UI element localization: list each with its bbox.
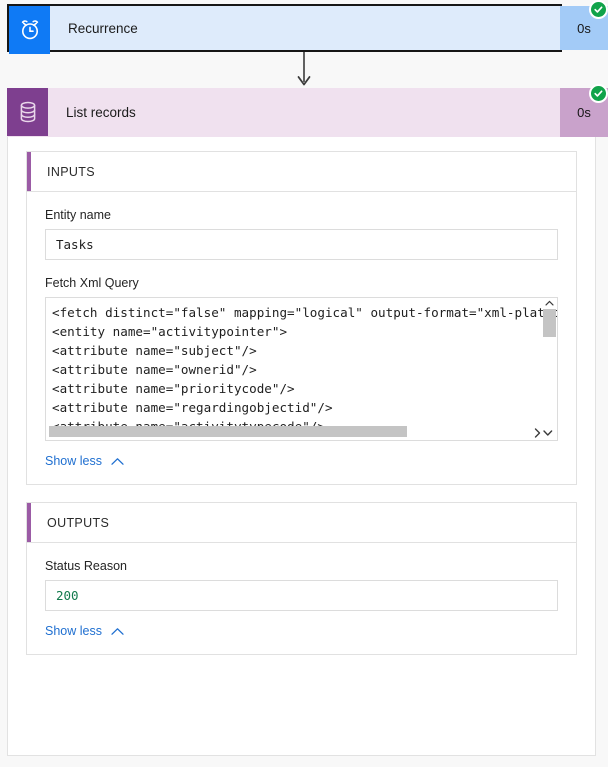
inputs-section-header: INPUTS — [27, 152, 576, 192]
outputs-show-less-button[interactable]: Show less — [45, 624, 124, 638]
alarm-clock-icon — [9, 6, 50, 54]
fetch-xml-line: <attribute name="prioritycode"/> — [52, 381, 295, 396]
flow-connector-arrow — [297, 52, 311, 86]
flow-action-recurrence[interactable]: Recurrence — [7, 4, 562, 54]
outputs-show-less-label: Show less — [45, 624, 102, 638]
entity-name-label: Entity name — [45, 208, 112, 222]
chevron-up-icon — [111, 627, 124, 635]
status-reason-label: Status Reason — [45, 559, 127, 573]
inputs-show-less-button[interactable]: Show less — [45, 454, 124, 468]
outputs-section-body: Status Reason 200 Show less — [27, 543, 576, 654]
chevron-up-icon[interactable] — [544, 298, 555, 309]
fetch-xml-line: <attribute name="subject"/> — [52, 343, 257, 358]
fetch-xml-vertical-scrollbar[interactable] — [543, 299, 556, 426]
fetch-xml-line: <fetch distinct="false" mapping="logical… — [52, 305, 557, 320]
database-icon — [7, 88, 48, 136]
fetch-xml-code: <fetch distinct="false" mapping="logical… — [46, 298, 557, 440]
chevron-up-icon — [111, 457, 124, 465]
entity-name-value[interactable]: Tasks — [45, 229, 558, 260]
fetch-xml-line: <attribute name="regardingobjectid"/> — [52, 400, 333, 415]
fetch-xml-line: <attribute name="ownerid"/> — [52, 362, 257, 377]
status-reason-value[interactable]: 200 — [45, 580, 558, 611]
fetch-xml-horizontal-scrollbar[interactable] — [47, 426, 543, 439]
flow-action-list-records[interactable]: List records — [7, 88, 562, 137]
flow-action-title: Recurrence — [68, 20, 138, 36]
scrollbar-thumb-horizontal[interactable] — [49, 426, 407, 437]
inputs-section: INPUTS Entity name Tasks Fetch Xml Query… — [26, 151, 577, 485]
scrollbar-thumb-vertical[interactable] — [543, 309, 556, 337]
status-badge-succeeded-recurrence — [589, 0, 608, 19]
fetch-xml-line: <entity name="activitypointer"> — [52, 324, 288, 339]
status-badge-succeeded-list-records — [589, 84, 608, 103]
inputs-show-less-label: Show less — [45, 454, 102, 468]
flow-action-title: List records — [66, 105, 136, 120]
outputs-section-header: OUTPUTS — [27, 503, 576, 543]
scrollbar-corner-arrows-icon[interactable] — [528, 426, 554, 440]
outputs-section: OUTPUTS Status Reason 200 Show less — [26, 502, 577, 655]
inputs-section-body: Entity name Tasks Fetch Xml Query <fetch… — [27, 192, 576, 484]
fetch-xml-query-value[interactable]: <fetch distinct="false" mapping="logical… — [45, 297, 558, 441]
action-details-panel: INPUTS Entity name Tasks Fetch Xml Query… — [7, 137, 596, 756]
fetch-xml-query-label: Fetch Xml Query — [45, 276, 139, 290]
flow-run-details-panel: Recurrence 0s List records 0s INPUTS Ent… — [0, 0, 608, 767]
field-spacer — [45, 260, 558, 276]
